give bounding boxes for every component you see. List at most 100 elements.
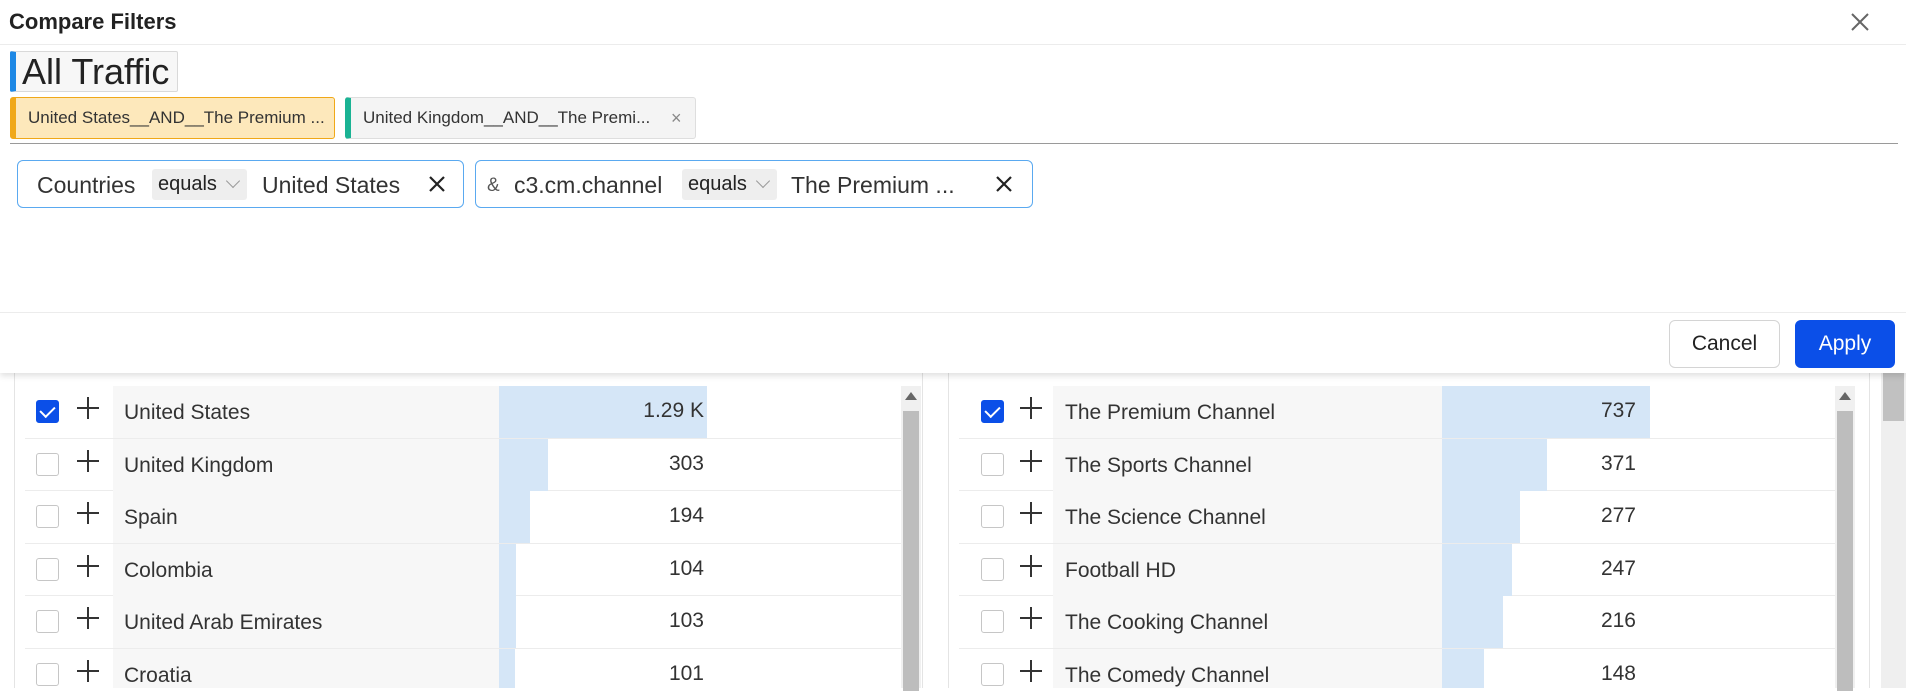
add-icon[interactable]: [77, 607, 99, 629]
add-icon[interactable]: [77, 502, 99, 524]
chevron-down-icon: [755, 173, 771, 189]
operator-select[interactable]: equals: [152, 169, 247, 200]
row-value: 216: [1600, 609, 1636, 632]
row-checkbox[interactable]: [981, 452, 1004, 476]
add-icon[interactable]: [1020, 554, 1042, 577]
scroll-thumb[interactable]: [1837, 411, 1853, 691]
footer-divider: [0, 312, 1906, 313]
row-checkbox[interactable]: [36, 505, 59, 528]
list-item[interactable]: The Premium Channel 737: [959, 386, 1854, 439]
add-icon[interactable]: [1020, 449, 1042, 472]
close-icon[interactable]: [1846, 8, 1874, 36]
filter-value: The Premium ...: [791, 172, 955, 198]
list-item[interactable]: The Cooking Channel 216: [959, 596, 1854, 649]
row-value: 247: [1600, 556, 1636, 580]
list-item[interactable]: Spain 194: [25, 491, 902, 544]
row-label: The Sports Channel: [1065, 453, 1252, 477]
operator-select[interactable]: equals: [682, 169, 777, 200]
row-value: 194: [668, 504, 704, 527]
channels-list: The Premium Channel 737 The Sports Channel…: [959, 386, 1854, 688]
row-value: 303: [668, 451, 704, 475]
add-icon[interactable]: [1020, 502, 1042, 524]
filter-field: Countries: [37, 172, 136, 198]
scroll-thumb[interactable]: [1883, 373, 1904, 421]
scroll-up-icon[interactable]: [1839, 392, 1851, 400]
row-value: 1.29 K: [643, 399, 704, 422]
list-item[interactable]: United Kingdom 303: [25, 438, 902, 491]
filter-value: United States: [262, 172, 401, 198]
operator-value: equals: [688, 173, 747, 195]
row-checkbox[interactable]: [981, 662, 1004, 686]
title-divider: [0, 44, 1906, 45]
row-label: The Comedy Channel: [1065, 663, 1270, 687]
row-value: 737: [1600, 399, 1636, 422]
list-item[interactable]: Football HD 247: [959, 543, 1854, 596]
list-item[interactable]: Colombia 104: [25, 543, 902, 596]
filter-field: c3.cm.channel: [514, 172, 663, 198]
compare-tab-uk[interactable]: United Kingdom__AND__The Premi... ×: [345, 97, 696, 139]
row-label: The Premium Channel: [1065, 401, 1276, 424]
filter-chip-countries[interactable]: Countries equals United States: [17, 160, 464, 208]
add-icon[interactable]: [77, 659, 99, 682]
modal-title: Compare Filters: [9, 9, 177, 34]
row-label: United Kingdom: [124, 453, 274, 477]
remove-filter-icon[interactable]: [993, 173, 1015, 195]
list-scrollbar[interactable]: [901, 386, 921, 691]
list-item[interactable]: Croatia 101: [25, 648, 902, 688]
row-checkbox[interactable]: [981, 400, 1004, 423]
row-checkbox[interactable]: [981, 557, 1004, 581]
row-value: 277: [1600, 504, 1636, 527]
operator-value: equals: [158, 173, 217, 195]
filter-chip-channel[interactable]: & c3.cm.channel equals The Premium ...: [475, 160, 1033, 208]
scroll-up-icon[interactable]: [905, 392, 917, 400]
remove-filter-icon[interactable]: [426, 173, 448, 195]
channels-panel: The Premium Channel 737 The Sports Channel…: [948, 373, 1870, 691]
add-icon[interactable]: [1020, 659, 1042, 682]
list-item[interactable]: The Science Channel 277: [959, 491, 1854, 544]
add-icon[interactable]: [77, 449, 99, 472]
list-item[interactable]: United States 1.29 K: [25, 386, 902, 439]
compare-tab-us[interactable]: United States__AND__The Premium ...: [10, 97, 335, 139]
apply-button[interactable]: Apply: [1795, 320, 1895, 368]
compare-tab-label: United Kingdom__AND__The Premi...: [363, 108, 651, 127]
add-icon[interactable]: [1020, 607, 1042, 629]
row-label: The Science Channel: [1065, 506, 1266, 529]
row-checkbox[interactable]: [981, 505, 1004, 528]
row-value: 371: [1600, 451, 1636, 475]
row-label: Football HD: [1065, 558, 1176, 582]
add-icon[interactable]: [77, 397, 99, 419]
segment-pill: All Traffic: [10, 51, 179, 92]
and-prefix: &: [487, 175, 500, 196]
tabs-divider: [10, 143, 1898, 144]
row-checkbox[interactable]: [36, 452, 59, 476]
cancel-button[interactable]: Cancel: [1669, 320, 1780, 368]
row-value: 103: [668, 609, 704, 632]
compare-tab-label: United States__AND__The Premium ...: [28, 108, 325, 127]
chevron-down-icon: [225, 173, 241, 189]
add-icon[interactable]: [77, 554, 99, 577]
countries-panel: United States 1.29 K United Kingdom 303 Spai…: [14, 373, 923, 691]
list-item[interactable]: The Comedy Channel 148: [959, 648, 1854, 688]
row-checkbox[interactable]: [36, 610, 59, 633]
page-scrollbar[interactable]: [1881, 373, 1906, 688]
compare-filters-modal: Compare Filters All Traffic United State…: [0, 0, 1906, 373]
list-scrollbar[interactable]: [1835, 386, 1855, 691]
add-icon[interactable]: [1020, 397, 1042, 419]
tab-close-icon[interactable]: ×: [671, 98, 682, 138]
row-label: Croatia: [124, 663, 192, 687]
row-checkbox[interactable]: [36, 400, 59, 423]
row-label: Colombia: [124, 558, 213, 582]
row-label: United States: [124, 401, 251, 424]
row-label: Spain: [124, 506, 178, 529]
row-value: 104: [668, 556, 704, 580]
row-checkbox[interactable]: [36, 662, 59, 686]
list-item[interactable]: The Sports Channel 371: [959, 438, 1854, 491]
scroll-thumb[interactable]: [903, 411, 919, 691]
row-label: The Cooking Channel: [1065, 611, 1269, 634]
row-checkbox[interactable]: [36, 557, 59, 581]
list-item[interactable]: United Arab Emirates 103: [25, 596, 902, 649]
row-checkbox[interactable]: [981, 610, 1004, 633]
row-value: 148: [1600, 661, 1636, 685]
countries-list: United States 1.29 K United Kingdom 303 Spai…: [25, 386, 902, 688]
row-value: 101: [668, 661, 704, 685]
